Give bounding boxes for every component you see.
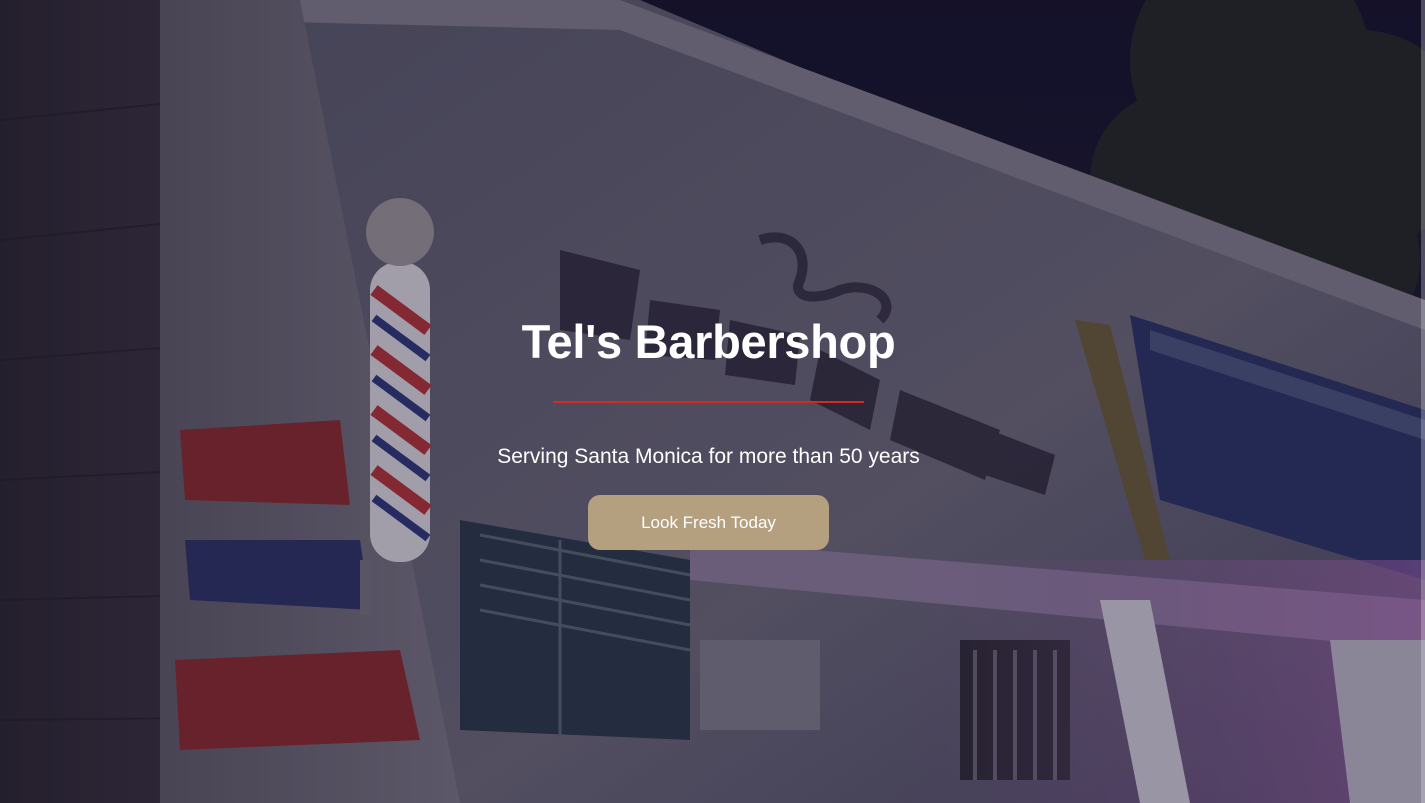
hero-content: Tel's Barbershop Serving Santa Monica fo… xyxy=(0,0,1425,803)
hero-subtitle: Serving Santa Monica for more than 50 ye… xyxy=(497,445,920,468)
hero-section: Tel's Barbershop Serving Santa Monica fo… xyxy=(0,0,1425,803)
title-divider xyxy=(553,401,864,403)
look-fresh-today-button[interactable]: Look Fresh Today xyxy=(588,495,829,550)
scrollbar[interactable] xyxy=(1421,0,1425,803)
hero-title: Tel's Barbershop xyxy=(521,315,896,368)
